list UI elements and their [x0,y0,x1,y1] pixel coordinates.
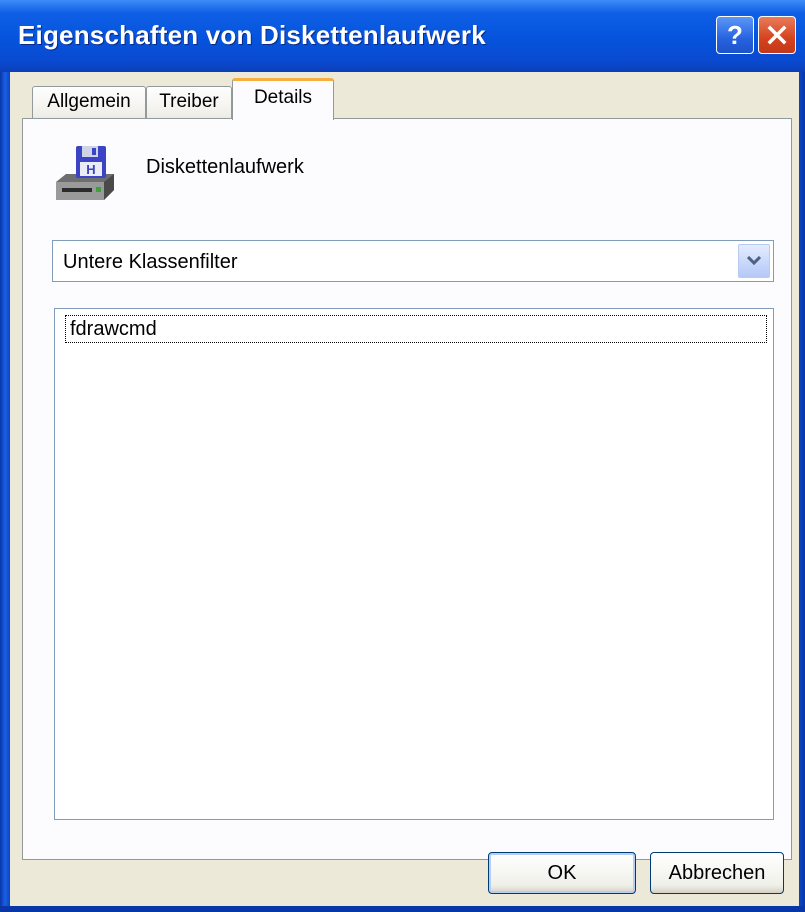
question-mark-icon: ? [727,22,743,48]
property-select[interactable]: Untere Klassenfilter [52,240,774,282]
window-frame-left [0,72,10,912]
window-frame-bottom [0,906,805,912]
chevron-down-icon [747,256,761,266]
property-select-value: Untere Klassenfilter [63,251,238,273]
title-bar[interactable]: Eigenschaften von Diskettenlaufwerk ? [0,0,805,72]
tab-allgemein[interactable]: Allgemein [32,86,146,118]
ok-button[interactable]: OK [488,852,636,894]
close-button[interactable] [758,16,796,54]
svg-text:?: ? [727,22,743,48]
help-button[interactable]: ? [716,16,754,54]
window-frame-right [799,72,805,912]
svg-text:H: H [86,162,95,177]
property-values-list[interactable]: fdrawcmd [54,308,774,820]
tab-treiber[interactable]: Treiber [146,86,232,118]
dropdown-button[interactable] [738,244,770,278]
close-icon [767,25,787,45]
floppy-drive-icon: H [52,144,118,206]
list-item[interactable]: fdrawcmd [65,315,767,343]
cancel-button[interactable]: Abbrechen [650,852,784,894]
window-title: Eigenschaften von Diskettenlaufwerk [18,20,486,50]
properties-dialog: Eigenschaften von Diskettenlaufwerk ? Al… [0,0,805,912]
device-name-label: Diskettenlaufwerk [146,156,304,178]
tab-details[interactable]: Details [232,78,334,120]
